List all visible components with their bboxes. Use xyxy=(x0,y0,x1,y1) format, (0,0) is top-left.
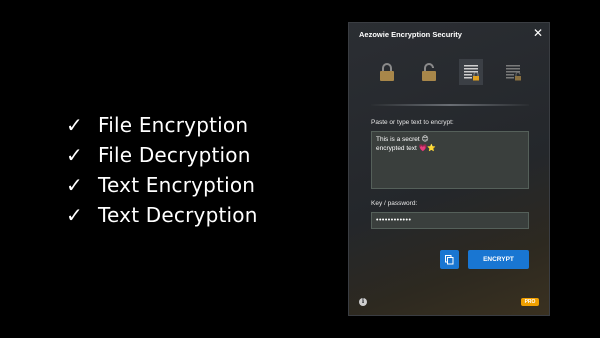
section-divider xyxy=(371,104,529,106)
feature-label: File Decryption xyxy=(98,143,251,167)
lock-icon xyxy=(380,63,394,81)
plaintext-input[interactable]: This is a secret 😊 encrypted text 💗⭐ xyxy=(371,131,529,189)
checkmark-icon: ✓ xyxy=(66,113,83,137)
close-icon[interactable]: ✕ xyxy=(533,26,543,40)
text-lock-icon xyxy=(464,65,479,81)
feature-label: File Encryption xyxy=(98,113,249,137)
feature-item: ✓ Text Decryption xyxy=(66,200,258,230)
password-field[interactable]: •••••••••••• xyxy=(371,212,529,229)
mode-file-encrypt[interactable] xyxy=(375,59,399,85)
smile-emoji-icon: 😊 xyxy=(421,135,429,143)
text-unlock-icon xyxy=(506,65,521,81)
title-bar: Aezowie Encryption Security ✕ xyxy=(349,23,549,45)
info-icon[interactable]: i xyxy=(359,298,367,306)
feature-item: ✓ Text Encryption xyxy=(66,170,258,200)
input-line: This is a secret 😊 xyxy=(376,135,524,144)
mode-text-decrypt[interactable] xyxy=(501,59,525,85)
checkmark-icon: ✓ xyxy=(66,173,83,197)
feature-label: Text Decryption xyxy=(98,203,258,227)
input-line: encrypted text 💗⭐ xyxy=(376,144,524,153)
mode-text-encrypt[interactable] xyxy=(459,59,483,85)
checkmark-icon: ✓ xyxy=(66,143,83,167)
pro-badge[interactable]: PRO xyxy=(521,298,539,306)
mode-selector xyxy=(371,59,529,87)
input-text: This is a secret xyxy=(376,136,420,143)
copy-icon xyxy=(445,254,454,264)
feature-item: ✓ File Encryption xyxy=(66,110,258,140)
unlock-icon xyxy=(422,63,436,81)
checkmark-icon: ✓ xyxy=(66,203,83,227)
feature-label: Text Encryption xyxy=(98,173,256,197)
app-window: Aezowie Encryption Security ✕ Paste or t… xyxy=(348,22,550,316)
mode-file-decrypt[interactable] xyxy=(417,59,441,85)
input-text: encrypted text xyxy=(376,145,417,152)
input-label: Paste or type text to encrypt: xyxy=(371,119,454,126)
encrypt-button[interactable]: ENCRYPT xyxy=(468,250,529,269)
password-label: Key / password: xyxy=(371,200,418,207)
feature-list: ✓ File Encryption ✓ File Decryption ✓ Te… xyxy=(66,110,258,230)
copy-button[interactable] xyxy=(440,250,459,269)
feature-item: ✓ File Decryption xyxy=(66,140,258,170)
heart-star-emoji-icon: 💗⭐ xyxy=(418,144,437,152)
window-title: Aezowie Encryption Security xyxy=(359,29,462,39)
